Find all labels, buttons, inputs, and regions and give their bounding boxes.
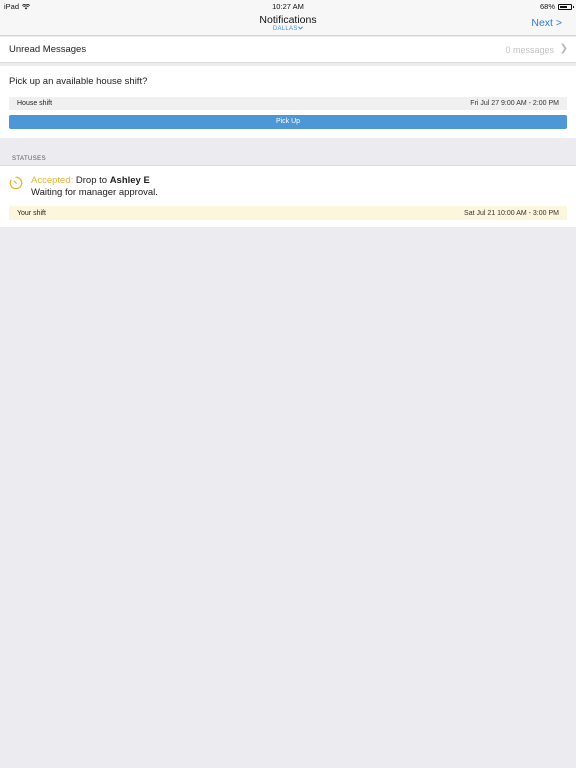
battery-icon <box>558 3 574 10</box>
next-button[interactable]: Next > <box>531 17 562 29</box>
house-shift-row: House shift Fri Jul 27 9:00 AM - 2:00 PM <box>9 97 567 110</box>
status-detail: Waiting for manager approval. <box>31 187 158 198</box>
navigation-bar: Notifications DALLAS Next > <box>0 12 576 36</box>
status-item: Accepted: Drop to Ashley E Waiting for m… <box>0 165 576 227</box>
location-label: DALLAS <box>272 26 298 32</box>
location-selector[interactable]: DALLAS <box>0 26 576 32</box>
unread-messages-count: 0 messages <box>505 44 554 55</box>
pickup-shift-card: Pick up an available house shift? House … <box>0 66 576 138</box>
unread-messages-label: Unread Messages <box>9 44 87 55</box>
chevron-right-icon: ❯ <box>559 43 568 54</box>
status-bar-right: 68% <box>539 2 574 11</box>
unread-messages-row[interactable]: Unread Messages 0 messages ❯ <box>0 37 576 63</box>
house-shift-time: Fri Jul 27 9:00 AM - 2:00 PM <box>470 100 559 107</box>
page-title: Notifications <box>259 14 317 26</box>
status-summary: Accepted: Drop to Ashley E <box>31 175 150 186</box>
your-shift-time: Sat Jul 21 10:00 AM - 3:00 PM <box>464 209 559 217</box>
clock-pending-icon <box>9 176 23 190</box>
battery-fill <box>560 5 567 8</box>
pickup-question: Pick up an available house shift? <box>9 76 148 87</box>
house-shift-label: House shift <box>17 100 53 107</box>
chevron-down-icon <box>298 26 304 31</box>
status-person-name: Ashley E <box>109 175 150 186</box>
status-accepted-label: Accepted: <box>31 175 74 186</box>
clock-time: 10:27 AM <box>272 2 304 11</box>
status-action-text: Drop to <box>73 175 110 186</box>
your-shift-row: Your shift Sat Jul 21 10:00 AM - 3:00 PM <box>9 206 567 220</box>
statuses-section-header: STATUSES <box>12 156 46 162</box>
battery-percent: 68% <box>539 2 555 11</box>
your-shift-label: Your shift <box>17 209 46 217</box>
pick-up-button[interactable]: Pick Up <box>9 115 567 129</box>
status-bar: iPad 10:27 AM 68% <box>0 0 576 12</box>
